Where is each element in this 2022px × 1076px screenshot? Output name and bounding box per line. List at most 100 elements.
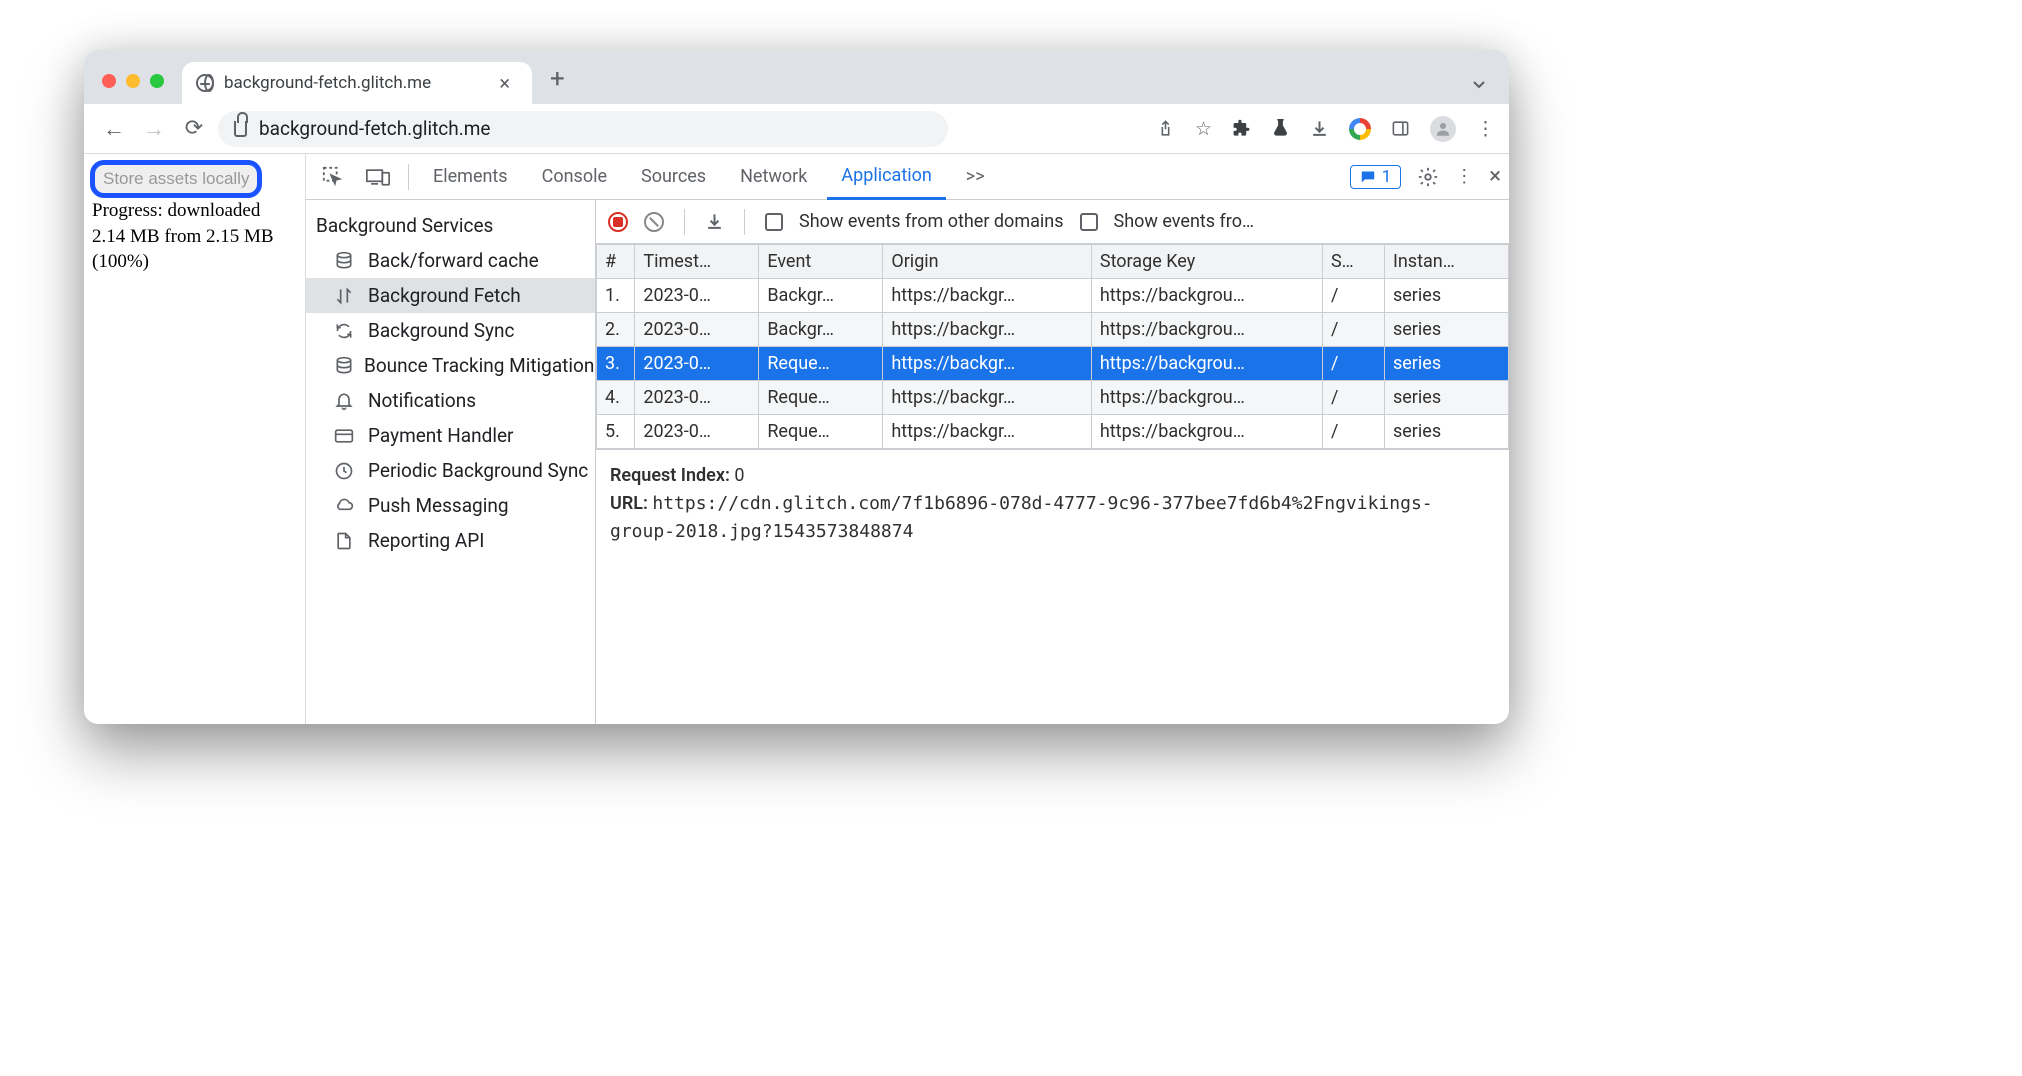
- clear-button[interactable]: [644, 212, 664, 232]
- show-other-domains-checkbox[interactable]: [765, 213, 783, 231]
- issues-count: 1: [1382, 167, 1392, 187]
- close-window-button[interactable]: [102, 74, 116, 88]
- separator: [684, 209, 685, 235]
- globe-icon: [196, 74, 214, 92]
- tab-overflow[interactable]: >>: [952, 154, 999, 199]
- rendered-page: Store assets locally Progress: downloade…: [84, 154, 306, 724]
- devtools-menu-icon[interactable]: ⋮: [1455, 166, 1473, 187]
- progress-text: Progress: downloaded 2.14 MB from 2.15 M…: [84, 198, 305, 275]
- devtools-tabbar: Elements Console Sources Network Applica…: [306, 154, 1509, 200]
- sidebar-item-background-fetch[interactable]: Background Fetch: [306, 278, 595, 313]
- address-bar: ← → ⟳ background-fetch.glitch.me ☆: [84, 104, 1509, 154]
- extensions-icon[interactable]: [1232, 119, 1251, 138]
- tab-elements[interactable]: Elements: [419, 154, 522, 199]
- table-cell: series: [1384, 415, 1508, 449]
- share-icon[interactable]: [1156, 119, 1175, 138]
- bell-icon: [334, 391, 358, 411]
- sidebar-item-notifications[interactable]: Notifications: [306, 383, 595, 418]
- url-label: URL:: [610, 493, 648, 514]
- sync-icon: [334, 321, 358, 341]
- table-row[interactable]: 4.2023-0…Reque…https://backgr…https://ba…: [597, 381, 1509, 415]
- url-value: https://cdn.glitch.com/7f1b6896-078d-477…: [610, 493, 1433, 542]
- table-cell: https://backgrou…: [1091, 415, 1322, 449]
- table-cell: /: [1322, 347, 1384, 381]
- browser-tab[interactable]: background-fetch.glitch.me ×: [182, 62, 532, 104]
- col-event[interactable]: Event: [759, 245, 883, 279]
- table-cell: /: [1322, 415, 1384, 449]
- save-events-icon[interactable]: [705, 212, 724, 231]
- show-other-domains-label: Show events from other domains: [799, 211, 1064, 232]
- maximize-window-button[interactable]: [150, 74, 164, 88]
- sidebar-item-background-sync[interactable]: Background Sync: [306, 313, 595, 348]
- tab-application[interactable]: Application: [827, 155, 945, 200]
- request-index-label: Request Index:: [610, 465, 730, 486]
- device-toolbar-icon[interactable]: [358, 167, 398, 187]
- labs-icon[interactable]: [1271, 119, 1290, 138]
- profile-avatar[interactable]: [1430, 116, 1456, 142]
- table-cell: /: [1322, 313, 1384, 347]
- table-cell: 2023-0…: [635, 347, 759, 381]
- sidebar-item-push-messaging[interactable]: Push Messaging: [306, 488, 595, 523]
- side-panel-icon[interactable]: [1391, 119, 1410, 138]
- table-cell: /: [1322, 381, 1384, 415]
- table-cell: https://backgrou…: [1091, 279, 1322, 313]
- col-timestamp[interactable]: Timest…: [635, 245, 759, 279]
- close-tab-icon[interactable]: ×: [491, 71, 518, 95]
- table-cell: Reque…: [759, 415, 883, 449]
- lock-icon: [234, 121, 247, 137]
- tab-console[interactable]: Console: [528, 154, 621, 199]
- google-icon[interactable]: [1349, 118, 1371, 140]
- col-scope[interactable]: S…: [1322, 245, 1384, 279]
- col-storage-key[interactable]: Storage Key: [1091, 245, 1322, 279]
- events-toolbar: Show events from other domains Show even…: [596, 200, 1509, 244]
- swap-icon: [334, 286, 358, 306]
- application-sidebar: Background Services Back/forward cache B…: [306, 200, 596, 724]
- table-cell: 2023-0…: [635, 279, 759, 313]
- tab-sources[interactable]: Sources: [627, 154, 720, 199]
- reload-button[interactable]: ⟳: [178, 116, 210, 141]
- back-button[interactable]: ←: [98, 116, 130, 142]
- show-events-from-label: Show events fro…: [1114, 211, 1255, 232]
- inspect-icon[interactable]: [314, 166, 352, 188]
- table-row[interactable]: 2.2023-0…Backgr…https://backgr…https://b…: [597, 313, 1509, 347]
- record-button[interactable]: [608, 212, 628, 232]
- sidebar-section-title: Background Services: [306, 200, 595, 243]
- store-assets-button[interactable]: Store assets locally: [90, 160, 262, 198]
- tab-overflow-button[interactable]: [1471, 76, 1509, 104]
- col-number[interactable]: #: [597, 245, 635, 279]
- col-origin[interactable]: Origin: [883, 245, 1092, 279]
- table-row[interactable]: 1.2023-0…Backgr…https://backgr…https://b…: [597, 279, 1509, 313]
- table-row[interactable]: 5.2023-0…Reque…https://backgr…https://ba…: [597, 415, 1509, 449]
- forward-button[interactable]: →: [138, 116, 170, 142]
- table-cell: 2.: [597, 313, 635, 347]
- omnibox[interactable]: background-fetch.glitch.me: [218, 111, 948, 147]
- bookmark-star-icon[interactable]: ☆: [1195, 117, 1212, 140]
- table-row[interactable]: 3.2023-0…Reque…https://backgr…https://ba…: [597, 347, 1509, 381]
- separator: [744, 209, 745, 235]
- minimize-window-button[interactable]: [126, 74, 140, 88]
- sidebar-item-bounce-tracking[interactable]: Bounce Tracking Mitigations: [306, 348, 595, 383]
- table-cell: Reque…: [759, 347, 883, 381]
- downloads-icon[interactable]: [1310, 119, 1329, 138]
- table-cell: 3.: [597, 347, 635, 381]
- settings-gear-icon[interactable]: [1417, 166, 1439, 188]
- issues-button[interactable]: 1: [1350, 165, 1402, 189]
- browser-window: background-fetch.glitch.me × + ← → ⟳ bac…: [84, 50, 1509, 724]
- table-cell: https://backgrou…: [1091, 313, 1322, 347]
- close-devtools-icon[interactable]: ×: [1489, 164, 1501, 189]
- tab-network[interactable]: Network: [726, 154, 821, 199]
- sidebar-item-reporting-api[interactable]: Reporting API: [306, 523, 595, 558]
- sidebar-item-back-forward-cache[interactable]: Back/forward cache: [306, 243, 595, 278]
- show-events-from-checkbox[interactable]: [1080, 213, 1098, 231]
- new-tab-button[interactable]: +: [532, 64, 565, 104]
- sidebar-item-payment-handler[interactable]: Payment Handler: [306, 418, 595, 453]
- kebab-menu-icon[interactable]: ⋮: [1476, 117, 1495, 140]
- table-cell: https://backgrou…: [1091, 381, 1322, 415]
- request-index-value: 0: [734, 465, 744, 486]
- table-cell: https://backgr…: [883, 381, 1092, 415]
- col-instance[interactable]: Instan…: [1384, 245, 1508, 279]
- sidebar-item-periodic-background[interactable]: Periodic Background Sync: [306, 453, 595, 488]
- table-cell: https://backgr…: [883, 415, 1092, 449]
- table-cell: https://backgr…: [883, 347, 1092, 381]
- table-cell: series: [1384, 381, 1508, 415]
